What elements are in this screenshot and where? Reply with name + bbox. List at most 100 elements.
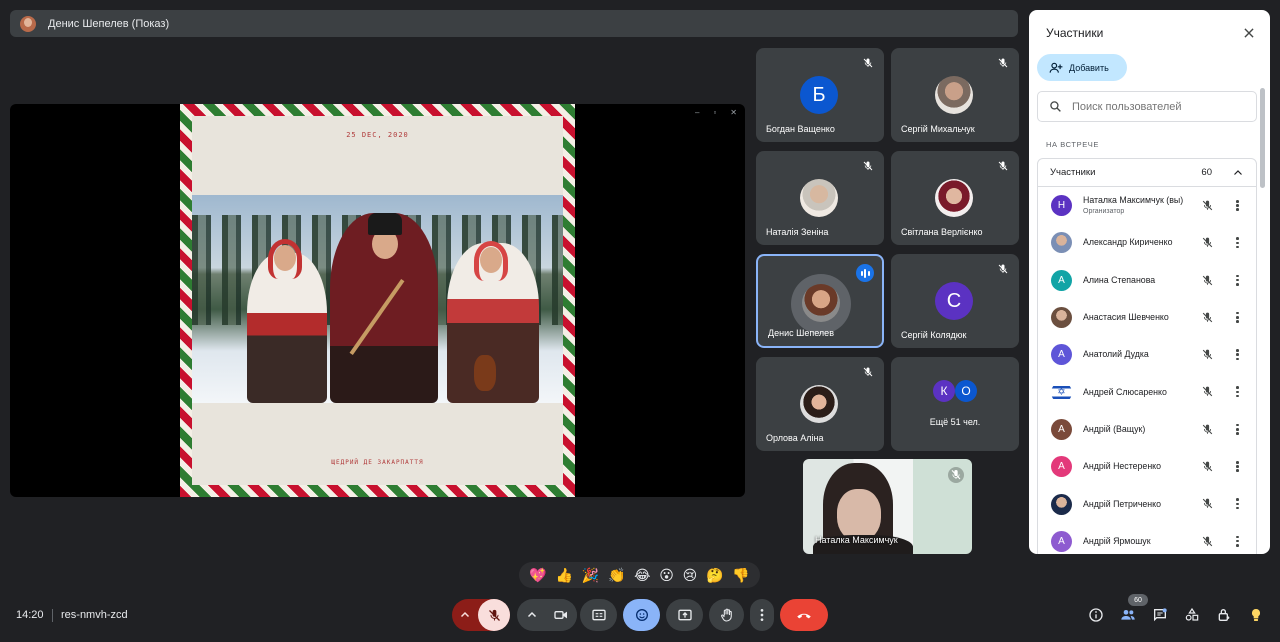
reaction-laugh[interactable]: 😂 <box>634 567 650 584</box>
mic-off-icon[interactable] <box>1201 236 1214 249</box>
participant-name: Алина Степанова <box>1083 274 1156 285</box>
lock-person-icon <box>1218 609 1230 621</box>
carolers-photo <box>192 195 563 403</box>
more-options-button[interactable] <box>750 599 774 631</box>
participant-tile[interactable]: Б Богдан Ващенко <box>756 48 884 142</box>
close-icon[interactable]: ✕ <box>730 108 737 117</box>
add-people-label: Добавить <box>1069 62 1109 73</box>
camera-options-button[interactable] <box>521 599 543 631</box>
mic-off-icon[interactable] <box>1201 535 1214 548</box>
meeting-details-button[interactable] <box>1082 601 1110 629</box>
presentation-stage: – ▫ ✕ 25 DEC, 2020 ЩЕДРИЙ ДЕ ЗАКАРПАТТЯ <box>10 104 745 497</box>
group-label: Участники <box>1050 167 1096 178</box>
more-vert-icon[interactable] <box>1231 497 1244 510</box>
mic-off-icon[interactable] <box>1201 460 1214 473</box>
participant-tile-active-speaker[interactable]: Денис Шепелев <box>756 254 884 348</box>
chat-button[interactable] <box>1146 601 1174 629</box>
avatar: Б <box>800 76 838 114</box>
participant-row[interactable]: А Андрій Нестеренко <box>1038 448 1256 485</box>
participant-row[interactable]: А Анатолий Дудка <box>1038 336 1256 373</box>
participant-row[interactable]: Андрій Петриченко <box>1038 485 1256 522</box>
tile-name: Орлова Аліна <box>766 433 824 443</box>
reactions-button[interactable] <box>623 599 660 631</box>
participant-row[interactable]: Н Наталка Максимчук (вы) Организатор <box>1038 187 1256 224</box>
chevron-up-icon <box>460 611 470 618</box>
participants-list: Участники 60 Н Наталка Максимчук (вы) Орга… <box>1037 158 1257 554</box>
reactions-bar: 💖 👍 🎉 👏 😂 😮 😢 🤔 👎 <box>519 562 760 588</box>
reaction-thumbs-up[interactable]: 👍 <box>556 567 573 584</box>
participant-row[interactable]: А Андрій (Ващук) <box>1038 411 1256 448</box>
reaction-sad[interactable]: 😢 <box>683 567 698 584</box>
panel-scrollbar[interactable] <box>1260 88 1265 188</box>
more-vert-icon[interactable] <box>1231 423 1244 436</box>
participants-panel: Участники Добавить НА ВСТРЕЧЕ Участники … <box>1029 10 1270 554</box>
mic-off-icon[interactable] <box>1201 385 1214 398</box>
mic-off-icon[interactable] <box>1201 311 1214 324</box>
mic-off-icon[interactable] <box>1201 274 1214 287</box>
mic-off-icon[interactable] <box>1201 348 1214 361</box>
participants-group-header[interactable]: Участники 60 <box>1038 159 1256 187</box>
participant-row[interactable]: А Андрій Ярмошук <box>1038 523 1256 554</box>
chevron-up-icon <box>527 611 537 618</box>
add-people-button[interactable]: Добавить <box>1037 54 1127 81</box>
reaction-clap[interactable]: 👏 <box>608 567 625 584</box>
leave-call-button[interactable] <box>780 599 828 631</box>
participant-tile[interactable]: С Сергій Колядюк <box>891 254 1019 348</box>
chevron-up-icon[interactable] <box>1232 167 1244 179</box>
self-view-tile[interactable]: Наталка Максимчук <box>803 459 972 554</box>
search-input[interactable] <box>1072 100 1242 113</box>
reaction-surprised[interactable]: 😮 <box>659 567 674 584</box>
more-vert-icon[interactable] <box>1231 274 1244 287</box>
present-screen-icon <box>677 609 692 621</box>
mic-off-icon[interactable] <box>1201 199 1214 212</box>
reaction-thumbs-down[interactable]: 👎 <box>732 567 749 584</box>
minimize-icon[interactable]: – <box>695 108 699 117</box>
camera-toggle-button[interactable] <box>545 599 577 631</box>
captions-button[interactable] <box>580 599 617 631</box>
maximize-icon[interactable]: ▫ <box>713 108 716 117</box>
more-vert-icon[interactable] <box>1231 311 1244 324</box>
more-vert-icon[interactable] <box>1231 236 1244 249</box>
participant-tile[interactable]: Світлана Верлієнко <box>891 151 1019 245</box>
activities-button[interactable] <box>1178 601 1206 629</box>
participant-row[interactable]: А Алина Степанова <box>1038 262 1256 299</box>
add-person-icon <box>1049 62 1063 73</box>
participant-tile[interactable]: Наталія Зеніна <box>756 151 884 245</box>
participant-name: Андрій Петриченко <box>1083 498 1161 509</box>
mic-options-button[interactable] <box>452 599 478 631</box>
more-participants-label: Ещё 51 чел. <box>929 417 981 427</box>
participant-name: Андрей Слюсаренко <box>1083 386 1167 397</box>
emoji-icon <box>635 609 648 621</box>
more-vert-icon[interactable] <box>1231 199 1244 212</box>
present-button[interactable] <box>666 599 703 631</box>
self-name: Наталка Максимчук <box>815 535 898 545</box>
mic-off-icon[interactable] <box>1201 423 1214 436</box>
more-vert-icon[interactable] <box>1231 535 1244 548</box>
raise-hand-button[interactable] <box>709 599 744 631</box>
search-field[interactable] <box>1037 91 1257 122</box>
more-vert-icon[interactable] <box>1231 460 1244 473</box>
more-vert-icon[interactable] <box>1231 385 1244 398</box>
participant-tile[interactable]: Орлова Аліна <box>756 357 884 451</box>
meeting-code: res-nmvh-zcd <box>61 609 128 621</box>
mic-toggle-button[interactable] <box>478 599 510 631</box>
notifications-button[interactable] <box>1242 601 1270 629</box>
participant-info: Андрій (Ващук) <box>1083 424 1145 435</box>
avatar: А <box>1051 530 1072 552</box>
card-footer: ЩЕДРИЙ ДЕ ЗАКАРПАТТЯ <box>331 459 424 466</box>
more-participants-tile[interactable]: К О Ещё 51 чел. <box>891 357 1019 451</box>
reaction-heart[interactable]: 💖 <box>529 567 546 584</box>
participant-tile[interactable]: Сергій Михальчук <box>891 48 1019 142</box>
more-vert-icon[interactable] <box>1231 348 1244 361</box>
reaction-thinking[interactable]: 🤔 <box>706 567 723 584</box>
participant-row[interactable]: Анастасия Шевченко <box>1038 299 1256 336</box>
avatar: Н <box>1051 195 1072 217</box>
tile-name: Сергій Колядюк <box>901 330 967 340</box>
close-icon[interactable] <box>1242 26 1256 40</box>
participant-info: Алина Степанова <box>1083 275 1155 286</box>
participant-row[interactable]: Александр Кириченко <box>1038 224 1256 261</box>
reaction-party[interactable]: 🎉 <box>582 567 599 584</box>
host-controls-button[interactable] <box>1210 601 1238 629</box>
mic-off-icon[interactable] <box>1201 497 1214 510</box>
participant-row[interactable]: ✡ Андрей Слюсаренко <box>1038 373 1256 410</box>
